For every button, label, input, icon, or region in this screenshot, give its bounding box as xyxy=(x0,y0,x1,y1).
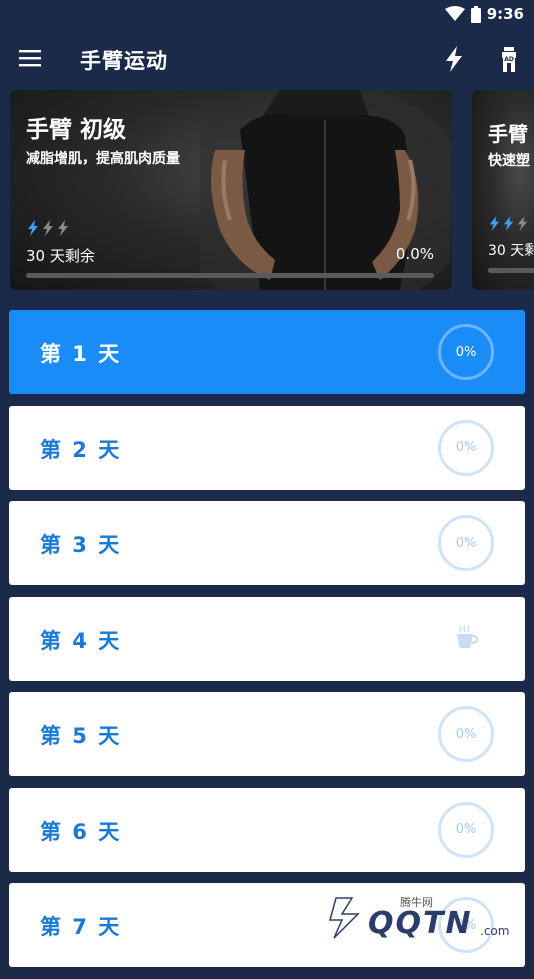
day-label: 第 5 天 xyxy=(40,724,122,748)
watermark: 腾牛网 QQTN .com xyxy=(328,888,528,946)
page-title: 手臂运动 xyxy=(80,49,168,73)
bolt-icon[interactable] xyxy=(440,44,468,74)
program-carousel[interactable]: 手臂 初级 减脂增肌，提高肌肉质量 30 天剩余 0.0% 手臂 快速塑 30 … xyxy=(0,90,534,290)
site-logo-icon xyxy=(329,897,360,939)
day-item-4[interactable]: 第 4 天 xyxy=(9,596,525,681)
program-card-next[interactable]: 手臂 快速塑 30 天剩 xyxy=(472,90,534,290)
day-label: 第 6 天 xyxy=(40,819,122,844)
program-card[interactable]: 手臂 初级 减脂增肌，提高肌肉质量 30 天剩余 0.0% xyxy=(10,90,452,290)
bolt-icon xyxy=(43,220,53,236)
progress-ring: 0% xyxy=(438,801,494,858)
day-label: 第 2 天 xyxy=(40,437,122,462)
day-item-1[interactable]: 第 1 天 0% xyxy=(9,310,525,394)
day-label: 第 3 天 xyxy=(40,533,122,557)
status-bar: 9:36 xyxy=(0,0,534,30)
day-item-3[interactable]: 第 3 天 0% xyxy=(9,501,525,585)
program-subtitle: 快速塑 xyxy=(488,153,530,169)
bolt-icon xyxy=(517,216,528,231)
day-list: 第 1 天 0% 第 2 天 0% 第 3 天 0% 第 4 天 第 5 天 0… xyxy=(9,310,525,979)
status-time: 9:36 xyxy=(486,5,524,23)
program-title: 手臂 初级 xyxy=(26,117,127,143)
progress-ring: 0% xyxy=(438,515,494,571)
menu-icon[interactable] xyxy=(18,48,42,68)
svg-text:AD: AD xyxy=(504,56,514,63)
app-bar: 手臂运动 AD xyxy=(0,30,534,88)
bolt-icon xyxy=(489,216,500,231)
ad-icon[interactable]: AD xyxy=(495,44,523,74)
watermark-big: QQTN xyxy=(368,906,473,941)
day-label: 第 1 天 xyxy=(40,342,122,366)
day-label: 第 4 天 xyxy=(40,628,122,653)
progress-ring: 0% xyxy=(438,706,494,762)
bolt-icon xyxy=(28,220,38,236)
days-remaining: 30 天剩余 xyxy=(26,247,95,265)
progress-bar xyxy=(26,273,434,278)
day-item-5[interactable]: 第 5 天 0% xyxy=(9,692,525,776)
progress-bar xyxy=(488,268,534,273)
day-label: 第 7 天 xyxy=(40,915,122,939)
day-item-6[interactable]: 第 6 天 0% xyxy=(9,787,525,872)
bolt-icon xyxy=(58,220,68,236)
progress-percent: 0.0% xyxy=(395,245,434,263)
bolt-icon xyxy=(503,216,514,231)
coffee-icon xyxy=(457,625,479,648)
progress-ring: 0% xyxy=(438,419,494,476)
level-indicator xyxy=(26,220,70,236)
wifi-icon xyxy=(444,6,465,21)
days-remaining: 30 天剩 xyxy=(488,243,534,259)
day-item-2[interactable]: 第 2 天 0% xyxy=(9,405,525,490)
battery-icon xyxy=(470,5,481,23)
program-title: 手臂 xyxy=(488,122,528,146)
watermark-suffix: .com xyxy=(480,924,510,938)
progress-ring: 0% xyxy=(438,324,494,380)
program-subtitle: 减脂增肌，提高肌肉质量 xyxy=(26,151,180,167)
level-indicator xyxy=(488,216,529,231)
